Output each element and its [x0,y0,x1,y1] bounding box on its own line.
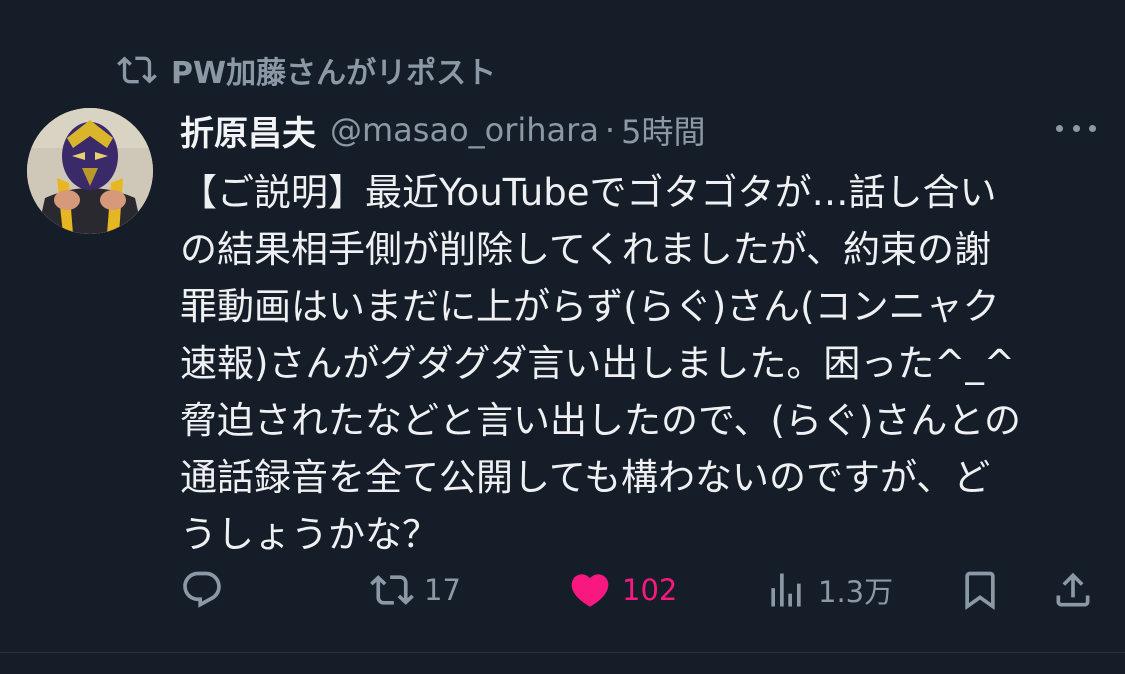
views-button[interactable]: 1.3万 [764,560,893,620]
more-horizontal-icon [1056,124,1063,132]
repost-button[interactable]: 17 [370,560,461,620]
tweet-text-line: 【ご説明】最近YouTubeでゴタゴタが…話し合い [180,171,997,214]
divider [0,652,1125,653]
tweet-text-line: 速報)さんがグダグダ言い出しました。困った^_^ [180,342,1015,385]
tweet-text-line: の結果相手側が削除してくれましたが、約束の謝 [180,228,992,271]
tweet-text-line: 通話録音を全て公開しても構わないのですが、ど [180,456,991,499]
repost-count: 17 [424,573,461,607]
tweet-text-line: 罪動画はいまだに上がらず(らぐ)さん(コンニャク [180,285,1000,328]
display-name[interactable]: 折原昌夫 [180,106,316,155]
timestamp[interactable]: 5時間 [621,107,705,153]
share-icon [1056,572,1090,607]
more-options-button[interactable] [1056,112,1096,144]
reply-button[interactable] [180,560,234,620]
like-count: 102 [622,573,678,607]
views-icon [771,573,801,607]
share-button[interactable] [1051,560,1095,620]
bookmark-button[interactable] [958,560,1002,620]
repost-icon [370,575,414,605]
masked-wrestler-avatar [27,108,153,234]
repost-icon [117,56,157,84]
views-count: 1.3万 [818,575,894,609]
action-bar: 17 102 1.3万 [180,560,1095,620]
reply-icon [183,571,221,608]
bookmark-icon [965,571,995,611]
user-handle[interactable]: @masao_orihara [330,111,599,149]
avatar[interactable] [27,108,153,234]
tweet-text: 【ご説明】最近YouTubeでゴタゴタが…話し合い の結果相手側が削除してくれま… [180,164,1085,563]
tweet-text-line: 脅迫されたなどと言い出したので、(らぐ)さんとの [180,399,1022,442]
repost-label: PW加藤さんがリポスト [171,56,497,91]
heart-icon [571,574,609,607]
like-button[interactable]: 102 [568,560,677,620]
separator-dot: · [604,111,616,149]
tweet-header: 折原昌夫 @masao_orihara · 5時間 [180,104,820,156]
repost-context[interactable]: PW加藤さんがリポスト [117,48,496,92]
tweet-text-line: うしょうかな？ [180,513,439,556]
